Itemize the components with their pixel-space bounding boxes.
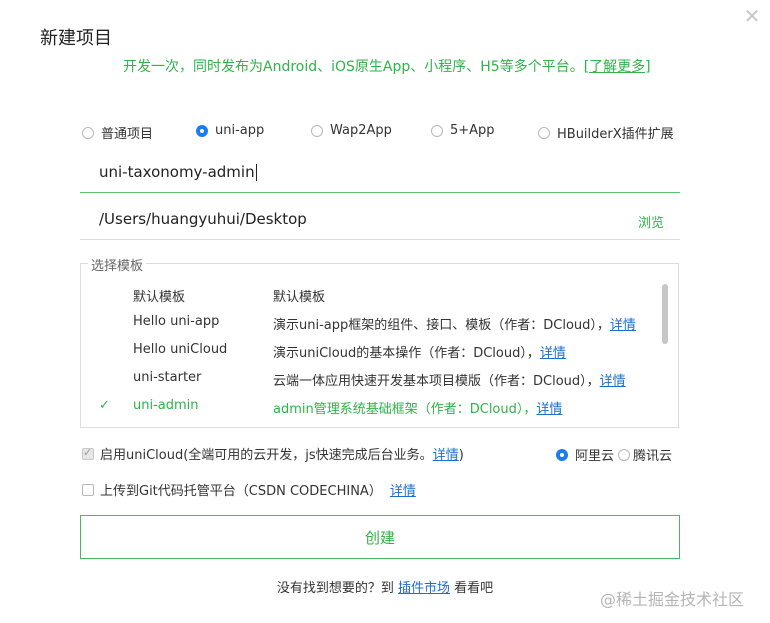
- template-desc-text: 云端一体应用快速开发基本项目模版（作者：DCloud），: [273, 374, 600, 389]
- browse-button[interactable]: 浏览: [638, 212, 664, 231]
- template-scrollbar[interactable]: [662, 284, 668, 344]
- template-name: Hello uniCloud: [133, 342, 228, 357]
- template-detail-link[interactable]: 详情: [600, 374, 626, 389]
- template-item-default[interactable]: 默认模板 默认模板: [81, 284, 661, 306]
- template-detail-link[interactable]: 详情: [536, 402, 562, 417]
- radio-label: Wap2App: [330, 123, 392, 138]
- project-type-uni-app[interactable]: uni-app: [196, 123, 264, 138]
- radio-label: HBuilderX插件扩展: [557, 127, 674, 142]
- watermark: @稀土掘金技术社区: [600, 590, 745, 609]
- template-item-hello-unicloud[interactable]: Hello uniCloud 演示uniCloud的基本操作（作者：DCloud…: [81, 340, 661, 362]
- radio-icon: [618, 448, 630, 461]
- radio-icon: [431, 124, 443, 137]
- project-name-field[interactable]: uni-taxonomy-admin: [80, 155, 680, 193]
- unicloud-suffix: ): [458, 448, 464, 463]
- project-path-value: /Users/huangyuhui/Desktop: [99, 210, 307, 228]
- template-name: uni-admin: [133, 398, 199, 413]
- template-desc-text: 演示uni-app框架的组件、接口、模板（作者：DCloud），: [273, 318, 610, 333]
- template-name: uni-starter: [133, 370, 202, 385]
- plugin-market-link[interactable]: 插件市场: [398, 581, 450, 596]
- provider-aliyun[interactable]: 阿里云: [556, 445, 614, 464]
- git-upload-option[interactable]: 上传到Git代码托管平台（CSDN CODECHINA） 详情: [82, 480, 416, 499]
- radio-icon: [311, 124, 323, 137]
- bottom-prefix: 没有找到想要的？到: [276, 581, 394, 596]
- radio-icon: [82, 126, 94, 139]
- git-upload-label: 上传到Git代码托管平台（CSDN CODECHINA）: [100, 484, 382, 499]
- git-upload-detail-link[interactable]: 详情: [390, 484, 416, 499]
- template-detail-link[interactable]: 详情: [540, 346, 566, 361]
- project-path-field[interactable]: /Users/huangyuhui/Desktop 浏览: [80, 202, 680, 240]
- radio-label: 5+App: [450, 123, 495, 138]
- checkmark-icon: ✓: [99, 398, 110, 413]
- radio-label: 阿里云: [575, 449, 615, 464]
- dialog-title: 新建项目: [40, 28, 112, 49]
- template-desc: admin管理系统基础框架（作者：DCloud），详情: [273, 398, 562, 417]
- project-type-hbuilderx-plugin[interactable]: HBuilderX插件扩展: [538, 123, 674, 142]
- template-item-uni-starter[interactable]: uni-starter 云端一体应用快速开发基本项目模版（作者：DCloud），…: [81, 368, 661, 390]
- create-button[interactable]: 创建: [80, 515, 680, 559]
- template-desc: 默认模板: [273, 290, 326, 305]
- radio-label: 普通项目: [101, 127, 154, 142]
- subtitle-text: 开发一次，同时发布为Android、iOS原生App、小程序、H5等多个平台。: [123, 59, 584, 75]
- template-desc: 演示uni-app框架的组件、接口、模板（作者：DCloud），详情: [273, 314, 636, 333]
- template-list: 默认模板 默认模板 Hello uni-app 演示uni-app框架的组件、接…: [80, 263, 679, 428]
- text-cursor: [255, 164, 257, 181]
- unicloud-option[interactable]: 启用uniCloud(全端可用的云开发，js快速完成后台业务。详情): [82, 444, 464, 463]
- template-name: Hello uni-app: [133, 314, 220, 329]
- template-item-uni-admin[interactable]: ✓ uni-admin admin管理系统基础框架（作者：DCloud），详情: [81, 396, 661, 418]
- dialog-subtitle: 开发一次，同时发布为Android、iOS原生App、小程序、H5等多个平台。[…: [123, 56, 651, 76]
- checkbox-checked-icon[interactable]: [82, 446, 94, 460]
- template-detail-link[interactable]: 详情: [610, 318, 636, 333]
- unicloud-detail-link[interactable]: 详情: [433, 448, 459, 463]
- template-desc: 云端一体应用快速开发基本项目模版（作者：DCloud），详情: [273, 370, 626, 389]
- project-type-normal[interactable]: 普通项目: [82, 123, 153, 142]
- unicloud-label: 启用uniCloud(全端可用的云开发，js快速完成后台业务。: [100, 448, 433, 463]
- radio-selected-icon: [196, 124, 208, 137]
- bottom-suffix: 看看吧: [454, 581, 494, 596]
- template-desc: 演示uniCloud的基本操作（作者：DCloud），详情: [273, 342, 566, 361]
- learn-more-link[interactable]: [了解更多]: [584, 59, 651, 75]
- project-type-wap2app[interactable]: Wap2App: [311, 123, 392, 138]
- template-item-hello-uni-app[interactable]: Hello uni-app 演示uni-app框架的组件、接口、模板（作者：DC…: [81, 312, 661, 334]
- template-name: 默认模板: [133, 290, 186, 305]
- template-desc-text: admin管理系统基础框架（作者：DCloud），: [273, 402, 537, 417]
- checkbox-icon[interactable]: [82, 484, 94, 496]
- radio-icon: [538, 126, 550, 139]
- radio-selected-icon: [556, 448, 568, 461]
- provider-tencent[interactable]: 腾讯云: [618, 445, 672, 464]
- close-icon[interactable]: ✕: [742, 6, 762, 26]
- project-type-5plusapp[interactable]: 5+App: [431, 123, 495, 138]
- radio-label: 腾讯云: [633, 449, 673, 464]
- template-desc-text: 演示uniCloud的基本操作（作者：DCloud），: [273, 346, 540, 361]
- template-legend: 选择模板: [88, 255, 147, 274]
- project-type-group: 普通项目 uni-app Wap2App 5+App HBuilderX插件扩展: [82, 123, 682, 143]
- project-name-value: uni-taxonomy-admin: [99, 163, 255, 181]
- radio-label: uni-app: [215, 123, 265, 138]
